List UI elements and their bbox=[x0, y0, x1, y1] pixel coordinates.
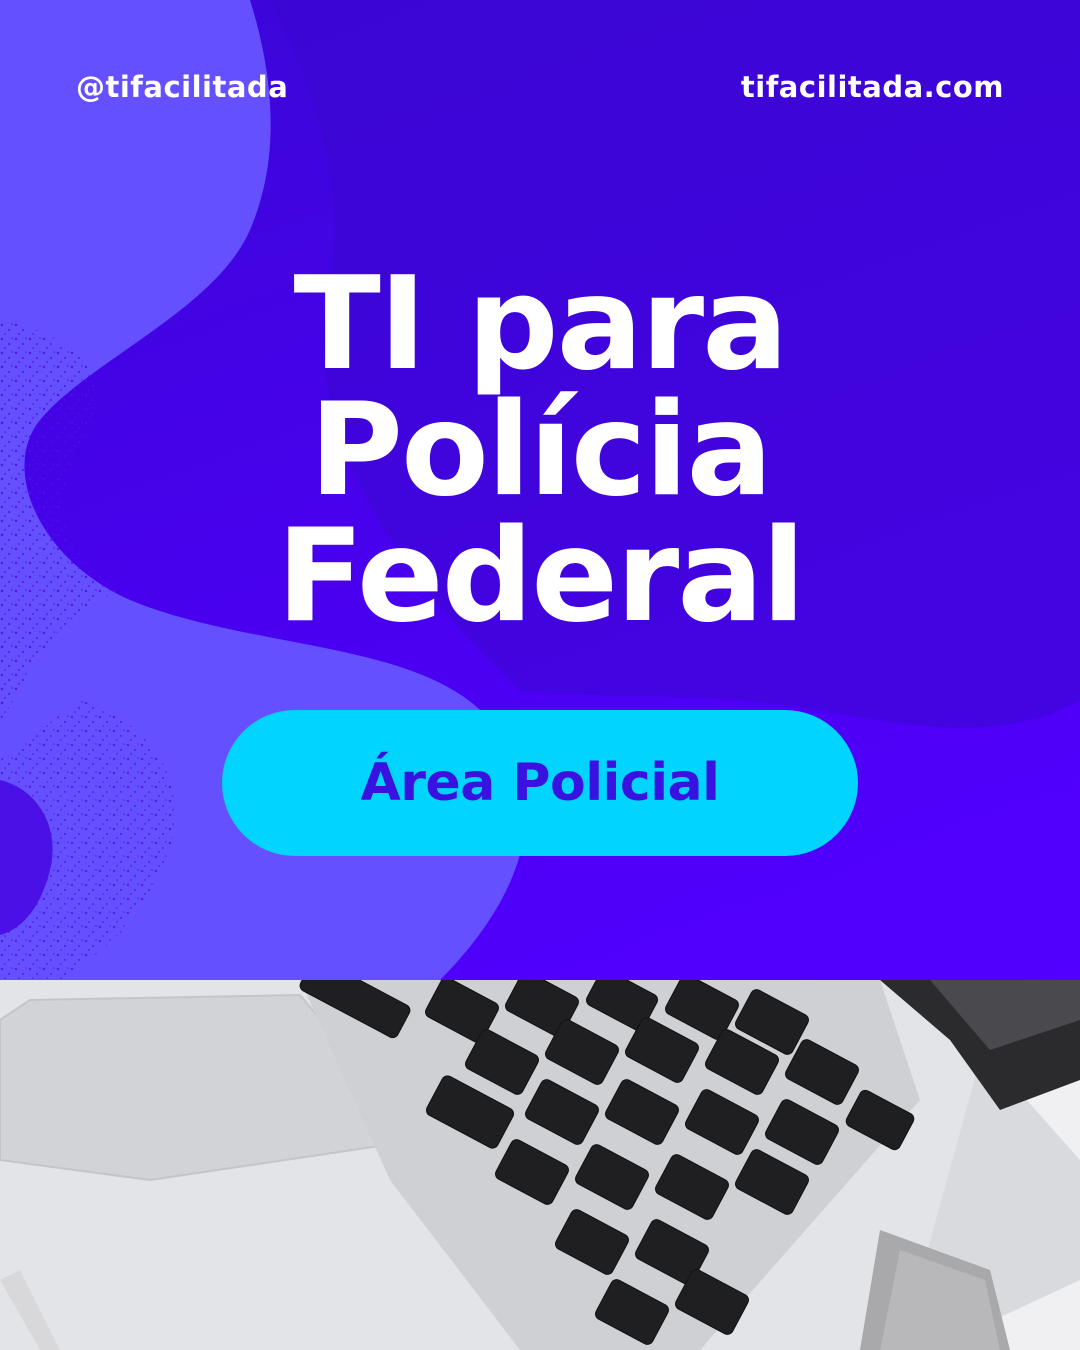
headline-line-1: TI para bbox=[293, 250, 789, 399]
headline-line-2: Polícia bbox=[309, 376, 773, 525]
headline: TI para Polícia Federal bbox=[0, 250, 1080, 651]
area-badge-label: Área Policial bbox=[360, 753, 720, 813]
social-handle: @tifacilitada bbox=[76, 70, 289, 104]
laptop-illustration bbox=[0, 980, 1080, 1350]
hero-section: @tifacilitada tifacilitada.com TI para P… bbox=[0, 0, 1080, 980]
area-badge: Área Policial bbox=[222, 710, 858, 856]
poster: @tifacilitada tifacilitada.com TI para P… bbox=[0, 0, 1080, 1350]
website-link[interactable]: tifacilitada.com bbox=[741, 70, 1004, 104]
headline-line-3: Federal bbox=[276, 502, 806, 651]
laptop-keyboard-image bbox=[0, 980, 1080, 1350]
